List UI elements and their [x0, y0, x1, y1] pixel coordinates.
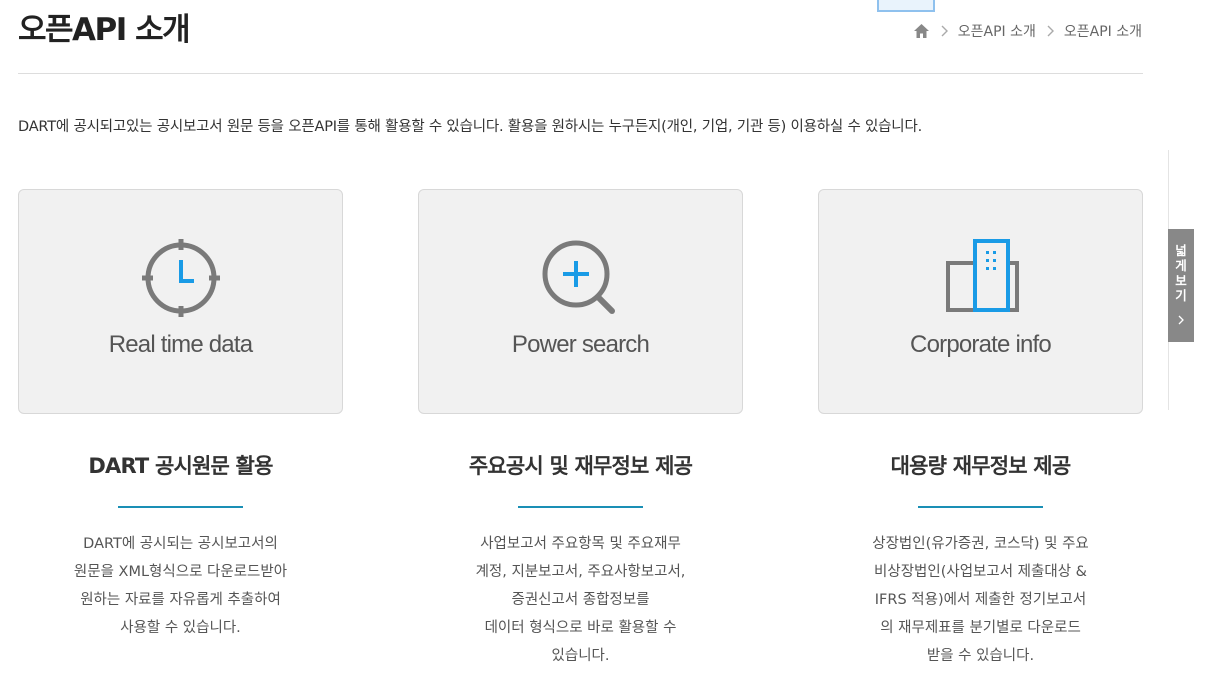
feature-description: 상장법인(유가증권, 코스닥) 및 주요 비상장법인(사업보고서 제출대상 & …: [818, 530, 1143, 670]
description-line: 의 재무제표를 분기별로 다운로드: [880, 620, 1081, 636]
chevron-right-icon: [1175, 311, 1187, 325]
description-line: IFRS 적용)에서 제출한 정기보고서: [874, 592, 1087, 608]
card-label: Power search: [511, 331, 650, 358]
card-label: Real time data: [108, 331, 253, 358]
card-label: Corporate info: [910, 331, 1052, 358]
description-line: 원하는 자료를 자유롭게 추출하여: [80, 592, 281, 608]
page-title: 오픈API 소개: [18, 12, 191, 48]
wide-view-label: 넓게보기: [1175, 243, 1187, 303]
description-line: 데이터 형식으로 바로 활용할 수: [484, 620, 677, 636]
building-icon: [819, 228, 1142, 328]
breadcrumb: 오픈API 소개 오픈API 소개: [913, 21, 1142, 41]
description-line: 사용할 수 있습니다.: [120, 620, 241, 636]
home-icon[interactable]: [913, 23, 930, 39]
title-divider: [18, 73, 1143, 74]
description-line: 비상장법인(사업보고서 제출대상 &: [874, 564, 1087, 580]
feature-title: 대용량 재무정보 제공: [890, 454, 1072, 478]
description-line: 받을 수 있습니다.: [926, 648, 1035, 664]
top-decoration: [877, 0, 935, 12]
breadcrumb-item[interactable]: 오픈API 소개: [958, 21, 1036, 41]
description-line: 상장법인(유가증권, 코스닥) 및 주요: [872, 536, 1089, 552]
breadcrumb-item-current[interactable]: 오픈API 소개: [1064, 21, 1142, 41]
feature-title: 주요공시 및 재무정보 제공: [468, 454, 693, 478]
description-line: DART에 공시되는 공시보고서의: [83, 536, 278, 552]
feature-description: DART에 공시되는 공시보고서의 원문을 XML형식으로 다운로드받아 원하는…: [18, 530, 343, 642]
wide-view-button[interactable]: 넓게보기: [1168, 229, 1194, 342]
title-underline: [918, 506, 1043, 508]
description-line: 사업보고서 주요항목 및 주요재무: [480, 536, 681, 552]
feature-card-realtime: Real time data: [18, 189, 343, 414]
feature-description: 사업보고서 주요항목 및 주요재무 계정, 지분보고서, 주요사항보고서, 증권…: [418, 530, 743, 670]
feature-card-corporate: Corporate info: [818, 189, 1143, 414]
description-line: 원문을 XML형식으로 다운로드받아: [73, 564, 288, 580]
description-line: 계정, 지분보고서, 주요사항보고서,: [475, 564, 686, 580]
chevron-right-icon: [1042, 23, 1058, 39]
chevron-right-icon: [936, 23, 952, 39]
description-line: 있습니다.: [551, 648, 610, 664]
feature-card-search: Power search: [418, 189, 743, 414]
search-icon: [419, 228, 742, 328]
title-underline: [518, 506, 643, 508]
feature-title: DART 공시원문 활용: [88, 454, 273, 478]
title-underline: [118, 506, 243, 508]
intro-text: DART에 공시되고있는 공시보고서 원문 등을 오픈API를 통해 활용할 수…: [18, 119, 922, 135]
description-line: 증권신고서 종합정보를: [511, 592, 650, 608]
clock-icon: [19, 228, 342, 328]
